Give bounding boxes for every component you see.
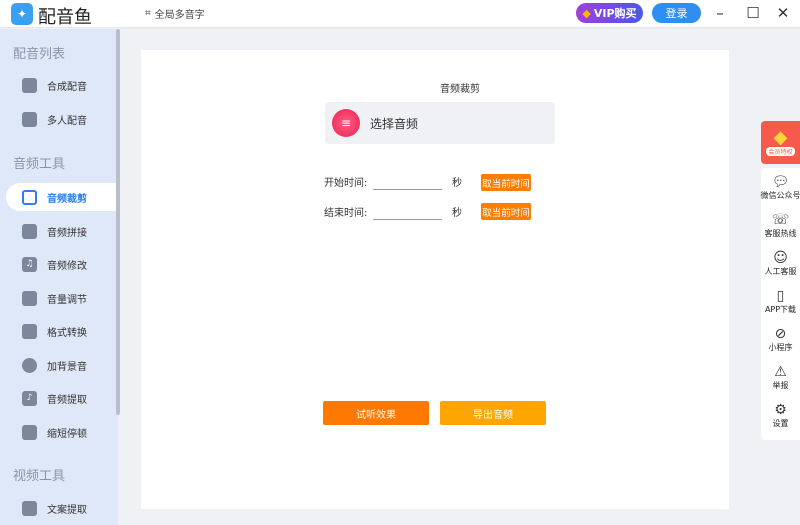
- maximize-button[interactable]: ☐: [743, 4, 763, 22]
- gear-icon: ⚙: [774, 401, 787, 418]
- speaker-icon: [22, 290, 37, 306]
- diamond-icon: ◆: [582, 6, 591, 20]
- start-time-input[interactable]: [373, 174, 442, 190]
- section-title: 音频工具: [13, 157, 66, 172]
- global-polyphone-label: 全局多音字: [154, 10, 205, 21]
- export-button[interactable]: 导出音频: [440, 401, 546, 425]
- vip-privilege-button[interactable]: ◆ 会员特权: [761, 121, 800, 164]
- mini-program-button[interactable]: ⊘ 小程序: [761, 320, 800, 358]
- item-label: 小程序: [768, 342, 793, 352]
- app-download-button[interactable]: ▯ APP下载: [761, 282, 800, 320]
- report-button[interactable]: ⚠ 举报: [761, 358, 800, 396]
- wechat-official-button[interactable]: 💬︎ 微信公众号: [761, 168, 800, 206]
- item-label: 微信公众号: [760, 190, 800, 200]
- get-current-end-button[interactable]: 取当前时间: [481, 203, 531, 220]
- microphone-icon: [22, 77, 37, 93]
- mobile-icon: ▯: [776, 287, 785, 304]
- sidebar-item-extract[interactable]: ♪ 音频提取: [6, 384, 116, 412]
- chat-icon: 💬︎: [771, 173, 790, 190]
- sidebar-item-synth-dubbing[interactable]: 合成配音: [6, 71, 116, 99]
- item-label: 音量调节: [47, 294, 87, 306]
- item-label: 人工客服: [764, 266, 797, 276]
- right-panel: 💬︎ 微信公众号 ☏ 客服热线 ☺ 人工客服 ▯ APP下载 ⊘ 小程序 ⚠ 举报 ⚙ 设置: [761, 168, 800, 440]
- seconds-unit: 秒: [452, 208, 462, 219]
- sidebar-item-bgm[interactable]: 加背景音: [6, 351, 116, 379]
- sidebar-item-format[interactable]: 格式转换: [6, 317, 116, 345]
- item-label: 音频修改: [47, 260, 87, 272]
- app-name: 配音鱼: [38, 7, 92, 28]
- smiley-icon: ☺: [773, 249, 788, 266]
- settings-button[interactable]: ⚙ 设置: [761, 396, 800, 434]
- sidebar-scrollbar[interactable]: [116, 29, 120, 415]
- alarm-icon: ⚠: [774, 363, 787, 380]
- music-folder-icon: ♪: [22, 390, 37, 406]
- app-logo-icon: ✦: [11, 3, 33, 25]
- preview-button[interactable]: 试听效果: [323, 401, 429, 425]
- audio-cut-panel: 音频裁剪 ≡ 选择音频 开始时间: 秒 取当前时间 结束时间: 秒 取当前时间 试…: [141, 50, 729, 509]
- end-time-label: 结束时间:: [324, 208, 368, 219]
- start-time-label: 开始时间:: [324, 178, 368, 189]
- sidebar-item-audio-cut[interactable]: 音频裁剪: [6, 183, 116, 211]
- sidebar-item-shorten-pause[interactable]: 缩短停顿: [6, 418, 116, 446]
- item-label: 多人配音: [47, 115, 87, 127]
- choose-audio-button[interactable]: ≡ 选择音频: [325, 102, 555, 144]
- sidebar-item-audio-edit[interactable]: ♫ 音频修改: [6, 250, 116, 278]
- vip-button[interactable]: ◆ VIP购买: [576, 3, 643, 23]
- panel-title: 音频裁剪: [440, 84, 480, 95]
- vip-label: VIP购买: [593, 7, 637, 20]
- item-label: 音频拼接: [47, 227, 87, 239]
- phone-icon: ☏: [771, 211, 790, 228]
- sidebar-item-volume[interactable]: 音量调节: [6, 284, 116, 312]
- copy-icon: [22, 223, 37, 239]
- section-title: 配音列表: [13, 47, 66, 62]
- live-support-button[interactable]: ☺ 人工客服: [761, 244, 800, 282]
- sidebar-item-multi-dubbing[interactable]: 多人配音: [6, 105, 116, 133]
- item-label: 设置: [772, 418, 789, 428]
- item-label: 加背景音: [47, 361, 87, 373]
- title-bar: ✦ 配音鱼 ⌗ 全局多音字 ◆ VIP购买 登录 – ☐ ✕: [0, 0, 800, 28]
- item-label: 客服热线: [764, 228, 797, 238]
- item-label: 格式转换: [47, 327, 87, 339]
- section-title: 视频工具: [13, 469, 66, 484]
- global-polyphone-button[interactable]: ⌗ 全局多音字: [145, 6, 205, 21]
- circle-icon: [22, 357, 37, 373]
- item-label: 音频裁剪: [47, 193, 87, 205]
- audio-file-icon: ≡: [332, 109, 360, 137]
- item-label: 举报: [772, 380, 789, 390]
- promo-label: 会员特权: [766, 147, 795, 156]
- waveform-icon: [22, 424, 37, 440]
- sidebar: 配音列表 合成配音 多人配音 音频工具 音频裁剪 音频拼接 ♫ 音频修改 音量调节…: [0, 29, 118, 525]
- seconds-unit: 秒: [452, 178, 462, 189]
- convert-icon: [22, 323, 37, 339]
- item-label: APP下载: [764, 304, 797, 314]
- sidebar-item-audio-join[interactable]: 音频拼接: [6, 217, 116, 245]
- document-icon: [22, 500, 37, 516]
- item-label: 音频提取: [47, 394, 87, 406]
- item-label: 合成配音: [47, 81, 87, 93]
- close-button[interactable]: ✕: [773, 4, 793, 22]
- users-icon: [22, 111, 37, 127]
- choose-audio-label: 选择音频: [370, 116, 419, 131]
- crop-icon: [22, 189, 37, 205]
- login-button[interactable]: 登录: [652, 3, 701, 23]
- sidebar-item-text-extract[interactable]: 文案提取: [6, 494, 116, 522]
- hotline-button[interactable]: ☏ 客服热线: [761, 206, 800, 244]
- item-label: 缩短停顿: [47, 428, 87, 440]
- music-note-icon: ♫: [22, 256, 37, 272]
- diamond-icon: ◆: [773, 127, 788, 148]
- minimize-button[interactable]: –: [710, 4, 730, 22]
- get-current-start-button[interactable]: 取当前时间: [481, 174, 531, 191]
- mini-program-icon: ⊘: [774, 325, 787, 342]
- scan-icon: ⌗: [145, 8, 151, 19]
- item-label: 文案提取: [47, 504, 87, 516]
- end-time-input[interactable]: [373, 204, 442, 220]
